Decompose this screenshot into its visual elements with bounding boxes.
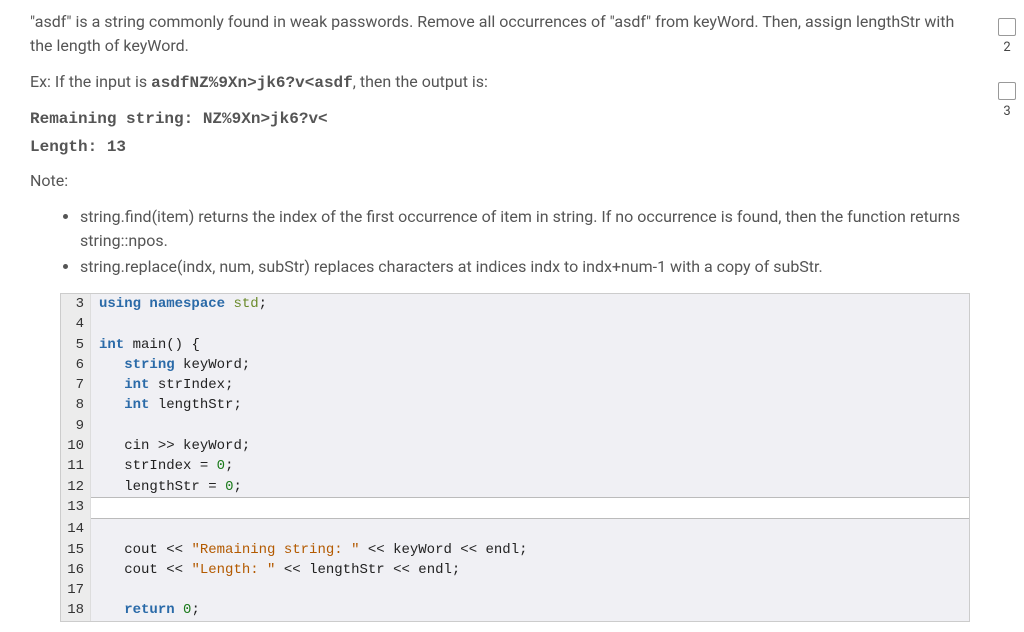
desc-p1: "asdf" is a string commonly found in wea… [30, 10, 970, 58]
widget-2: 3 [998, 82, 1016, 122]
desc-p2-pre: Ex: If the input is [30, 72, 151, 91]
code-row[interactable]: 3using namespace std; [61, 294, 969, 314]
code-row[interactable]: 10 cin >> keyWord; [61, 436, 969, 456]
line-number: 14 [61, 519, 91, 539]
code-row[interactable]: 16 cout << "Length: " << lengthStr << en… [61, 560, 969, 580]
code-row[interactable]: 15 cout << "Remaining string: " << keyWo… [61, 540, 969, 560]
code-row[interactable]: 12 lengthStr = 0; [61, 477, 969, 497]
note-bullet: string.replace(indx, num, subStr) replac… [80, 255, 970, 279]
desc-p2-mono: asdfNZ%9Xn>jk6?v<asdf [151, 74, 353, 92]
code-row[interactable]: 4 [61, 314, 969, 334]
code-line[interactable]: cin >> keyWord; [91, 436, 969, 456]
code-row[interactable]: 18 return 0; [61, 600, 969, 620]
code-row[interactable]: 13 [61, 497, 969, 519]
desc-p2-post: , then the output is: [353, 72, 488, 91]
line-number: 5 [61, 335, 91, 355]
code-line[interactable]: return 0; [91, 600, 969, 620]
code-row[interactable]: 14 [61, 519, 969, 539]
checkbox-2[interactable] [998, 82, 1016, 100]
output-line-2: Length: 13 [30, 135, 970, 159]
line-number: 10 [61, 436, 91, 456]
code-line[interactable]: strIndex = 0; [91, 456, 969, 476]
code-line[interactable]: int strIndex; [91, 375, 969, 395]
desc-p2: Ex: If the input is asdfNZ%9Xn>jk6?v<asd… [30, 70, 970, 95]
code-row[interactable]: 11 strIndex = 0; [61, 456, 969, 476]
note-label: Note: [30, 169, 970, 193]
code-line[interactable]: string keyWord; [91, 355, 969, 375]
note-bullet: string.find(item) returns the index of t… [80, 205, 970, 253]
line-number: 9 [61, 416, 91, 436]
code-row[interactable]: 5int main() { [61, 335, 969, 355]
code-line[interactable]: cout << "Length: " << lengthStr << endl; [91, 560, 969, 580]
note-list: string.find(item) returns the index of t… [80, 205, 970, 279]
problem-container: 2 3 "asdf" is a string commonly found in… [30, 10, 970, 622]
code-row[interactable]: 17 [61, 580, 969, 600]
line-number: 6 [61, 355, 91, 375]
code-row[interactable]: 6 string keyWord; [61, 355, 969, 375]
code-row[interactable]: 8 int lengthStr; [61, 395, 969, 415]
line-number: 8 [61, 395, 91, 415]
line-number: 16 [61, 560, 91, 580]
line-number: 12 [61, 477, 91, 497]
code-editor[interactable]: 3using namespace std;4 5int main() {6 st… [60, 293, 970, 622]
checkbox-1[interactable] [998, 18, 1016, 36]
code-line[interactable] [91, 519, 969, 539]
widget-1: 2 [998, 18, 1016, 58]
line-number: 17 [61, 580, 91, 600]
line-number: 7 [61, 375, 91, 395]
code-line[interactable]: lengthStr = 0; [91, 477, 969, 497]
line-number: 13 [61, 497, 91, 519]
line-number: 15 [61, 540, 91, 560]
output-line-1: Remaining string: NZ%9Xn>jk6?v< [30, 107, 970, 131]
code-row[interactable]: 9 [61, 416, 969, 436]
widget-1-num: 2 [1003, 38, 1010, 58]
code-line[interactable]: int main() { [91, 335, 969, 355]
code-line[interactable] [91, 314, 969, 334]
code-line[interactable] [91, 416, 969, 436]
code-line[interactable] [91, 580, 969, 600]
line-number: 11 [61, 456, 91, 476]
code-line[interactable]: int lengthStr; [91, 395, 969, 415]
line-number: 18 [61, 600, 91, 620]
right-widgets: 2 3 [998, 18, 1016, 121]
problem-description: "asdf" is a string commonly found in wea… [30, 10, 970, 279]
code-row[interactable]: 7 int strIndex; [61, 375, 969, 395]
line-number: 3 [61, 294, 91, 314]
widget-2-num: 3 [1003, 102, 1010, 122]
line-number: 4 [61, 314, 91, 334]
code-line[interactable]: using namespace std; [91, 294, 969, 314]
code-line[interactable]: cout << "Remaining string: " << keyWord … [91, 540, 969, 560]
code-line[interactable] [91, 497, 969, 519]
